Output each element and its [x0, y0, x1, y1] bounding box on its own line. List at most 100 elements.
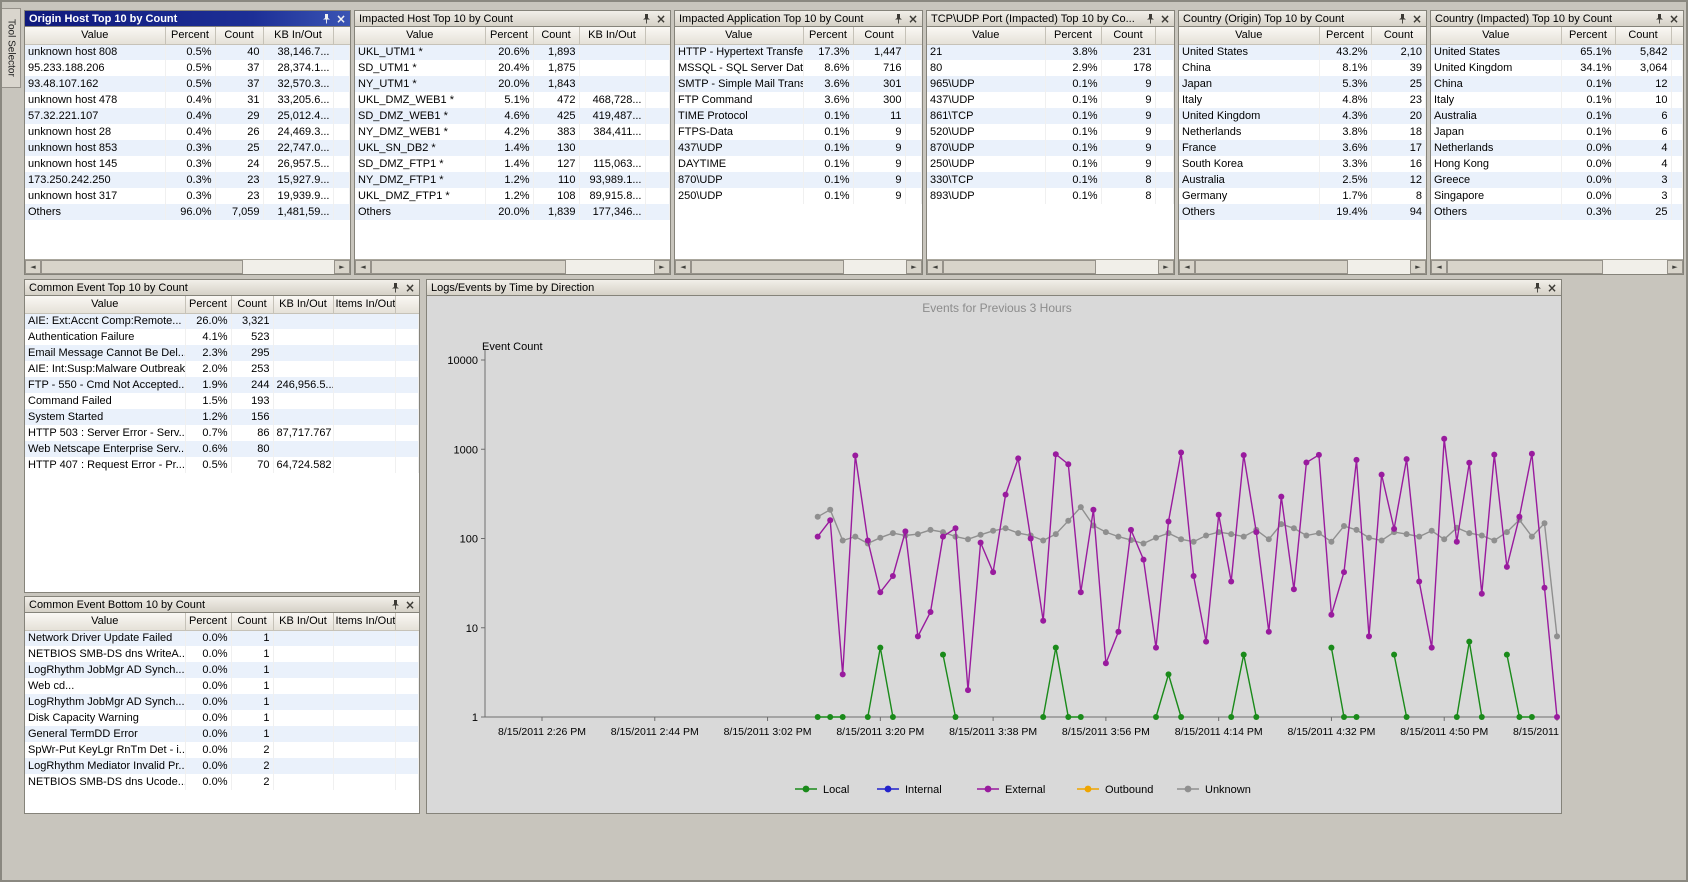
column-header[interactable]: Percent [1561, 27, 1615, 44]
table-row[interactable]: 520\UDP0.1%9 [927, 124, 1174, 140]
horizontal-scrollbar[interactable]: ◄ ► [675, 259, 922, 274]
column-header[interactable]: Count [1615, 27, 1671, 44]
table-row[interactable]: unknown host 1450.3%2426,957.5... [25, 156, 350, 172]
table-row[interactable]: United Kingdom34.1%3,064 [1431, 60, 1683, 76]
table-row[interactable]: Italy4.8%23 [1179, 92, 1426, 108]
column-header[interactable]: KB In/Out [263, 27, 333, 44]
column-header[interactable]: Value [675, 27, 803, 44]
table-row[interactable]: 802.9%178 [927, 60, 1174, 76]
panel-titlebar[interactable]: Common Event Top 10 by Count × [25, 280, 419, 296]
table-row[interactable]: AIE: Int:Susp:Malware Outbreak2.0%253 [25, 361, 419, 377]
column-header[interactable]: KB In/Out [579, 27, 645, 44]
legend-item-local[interactable]: Local [795, 784, 849, 796]
scroll-left-button[interactable]: ◄ [355, 260, 371, 274]
table-row[interactable]: 173.250.242.2500.3%2315,927.9... [25, 172, 350, 188]
panel-titlebar[interactable]: TCP\UDP Port (Impacted) Top 10 by Co... … [927, 11, 1174, 27]
table-row[interactable]: 93.48.107.1620.5%3732,570.3... [25, 76, 350, 92]
column-header[interactable]: Count [1371, 27, 1426, 44]
pin-icon[interactable] [1655, 14, 1664, 24]
tool-selector-tab[interactable]: Tool Selector [2, 8, 21, 88]
column-header[interactable]: Percent [1045, 27, 1101, 44]
table-row[interactable]: Italy0.1%10 [1431, 92, 1683, 108]
scroll-thumb[interactable] [691, 260, 844, 274]
horizontal-scrollbar[interactable]: ◄ ► [927, 259, 1174, 274]
table-row[interactable]: Australia2.5%12 [1179, 172, 1426, 188]
table-row[interactable]: Others20.0%1,839177,346... [355, 204, 670, 220]
horizontal-scrollbar[interactable]: ◄ ► [1179, 259, 1426, 274]
column-header[interactable]: Value [355, 27, 485, 44]
table-row[interactable]: 95.233.188.2060.5%3728,374.1... [25, 60, 350, 76]
column-header[interactable]: Count [1101, 27, 1155, 44]
scroll-left-button[interactable]: ◄ [1179, 260, 1195, 274]
table-row[interactable]: Netherlands3.8%18 [1179, 124, 1426, 140]
legend-item-internal[interactable]: Internal [877, 784, 942, 796]
table-row[interactable]: Others0.3%25 [1431, 204, 1683, 220]
table-row[interactable]: Japan5.3%25 [1179, 76, 1426, 92]
table-row[interactable]: NY_UTM1 *20.0%1,843 [355, 76, 670, 92]
table-row[interactable]: 870\UDP0.1%9 [927, 140, 1174, 156]
legend-item-unknown[interactable]: Unknown [1177, 784, 1251, 796]
table-row[interactable]: Japan0.1%6 [1431, 124, 1683, 140]
table-row[interactable]: Germany1.7%8 [1179, 188, 1426, 204]
pin-icon[interactable] [1146, 14, 1155, 24]
column-header[interactable]: Value [25, 613, 185, 630]
table-row[interactable]: Network Driver Update Failed0.0%1 [25, 630, 419, 646]
table-row[interactable]: 437\UDP0.1%9 [927, 92, 1174, 108]
scroll-thumb[interactable] [371, 260, 566, 274]
column-header[interactable]: Count [533, 27, 579, 44]
panel-titlebar[interactable]: Common Event Bottom 10 by Count × [25, 597, 419, 613]
scroll-right-button[interactable]: ► [1667, 260, 1683, 274]
panel-titlebar[interactable]: Country (Impacted) Top 10 by Count × [1431, 11, 1683, 27]
column-header[interactable]: Value [25, 296, 185, 313]
close-icon[interactable]: × [1412, 14, 1422, 24]
table-row[interactable]: DAYTIME0.1%9 [675, 156, 922, 172]
table-row[interactable]: United States65.1%5,842 [1431, 44, 1683, 60]
scroll-left-button[interactable]: ◄ [675, 260, 691, 274]
panel-titlebar[interactable]: Impacted Host Top 10 by Count × [355, 11, 670, 27]
table-row[interactable]: 250\UDP0.1%9 [927, 156, 1174, 172]
pin-icon[interactable] [391, 283, 400, 293]
table-row[interactable]: unknown host 8530.3%2522,747.0... [25, 140, 350, 156]
table-row[interactable]: unknown host 280.4%2624,469.3... [25, 124, 350, 140]
table-row[interactable]: SD_DMZ_WEB1 *4.6%425419,487... [355, 108, 670, 124]
table-row[interactable]: LogRhythm JobMgr AD Synch...0.0%1 [25, 662, 419, 678]
table-row[interactable]: Australia0.1%6 [1431, 108, 1683, 124]
table-row[interactable]: LogRhythm JobMgr AD Synch...0.0%1 [25, 694, 419, 710]
column-header[interactable]: Percent [185, 296, 231, 313]
scroll-thumb[interactable] [41, 260, 243, 274]
legend-item-outbound[interactable]: Outbound [1077, 784, 1153, 796]
table-row[interactable]: FTP - 550 - Cmd Not Accepted...1.9%24424… [25, 377, 419, 393]
table-row[interactable]: Others19.4%94 [1179, 204, 1426, 220]
table-row[interactable]: Greece0.0%3 [1431, 172, 1683, 188]
table-row[interactable]: MSSQL - SQL Server Data...8.6%716 [675, 60, 922, 76]
table-row[interactable]: UKL_DMZ_WEB1 *5.1%472468,728... [355, 92, 670, 108]
table-row[interactable]: 965\UDP0.1%9 [927, 76, 1174, 92]
pin-icon[interactable] [1398, 14, 1407, 24]
table-row[interactable]: Email Message Cannot Be Del...2.3%295 [25, 345, 419, 361]
table-row[interactable]: Singapore0.0%3 [1431, 188, 1683, 204]
table-row[interactable]: 250\UDP0.1%9 [675, 188, 922, 204]
table-row[interactable]: South Korea3.3%16 [1179, 156, 1426, 172]
column-header[interactable]: Count [853, 27, 905, 44]
panel-titlebar[interactable]: Impacted Application Top 10 by Count × [675, 11, 922, 27]
pin-icon[interactable] [894, 14, 903, 24]
column-header[interactable]: Percent [185, 613, 231, 630]
table-row[interactable]: FTP Command3.6%300 [675, 92, 922, 108]
table-row[interactable]: Authentication Failure4.1%523 [25, 329, 419, 345]
column-header[interactable]: Items In/Out [333, 296, 395, 313]
panel-titlebar[interactable]: Origin Host Top 10 by Count × [25, 11, 350, 27]
table-row[interactable]: United States43.2%2,10 [1179, 44, 1426, 60]
table-row[interactable]: Hong Kong0.0%4 [1431, 156, 1683, 172]
close-icon[interactable]: × [336, 14, 346, 24]
table-row[interactable]: UKL_UTM1 *20.6%1,893 [355, 44, 670, 60]
table-row[interactable]: Disk Capacity Warning0.0%1 [25, 710, 419, 726]
close-icon[interactable]: × [1669, 14, 1679, 24]
close-icon[interactable]: × [1547, 283, 1557, 293]
table-row[interactable]: United Kingdom4.3%20 [1179, 108, 1426, 124]
panel-titlebar[interactable]: Logs/Events by Time by Direction × [427, 280, 1561, 296]
table-row[interactable]: unknown host 8080.5%4038,146.7... [25, 44, 350, 60]
horizontal-scrollbar[interactable]: ◄ ► [355, 259, 670, 274]
table-row[interactable]: SpWr-Put KeyLgr RnTm Det - i...0.0%2 [25, 742, 419, 758]
column-header[interactable]: Percent [485, 27, 533, 44]
column-header[interactable]: Items In/Out [333, 613, 395, 630]
